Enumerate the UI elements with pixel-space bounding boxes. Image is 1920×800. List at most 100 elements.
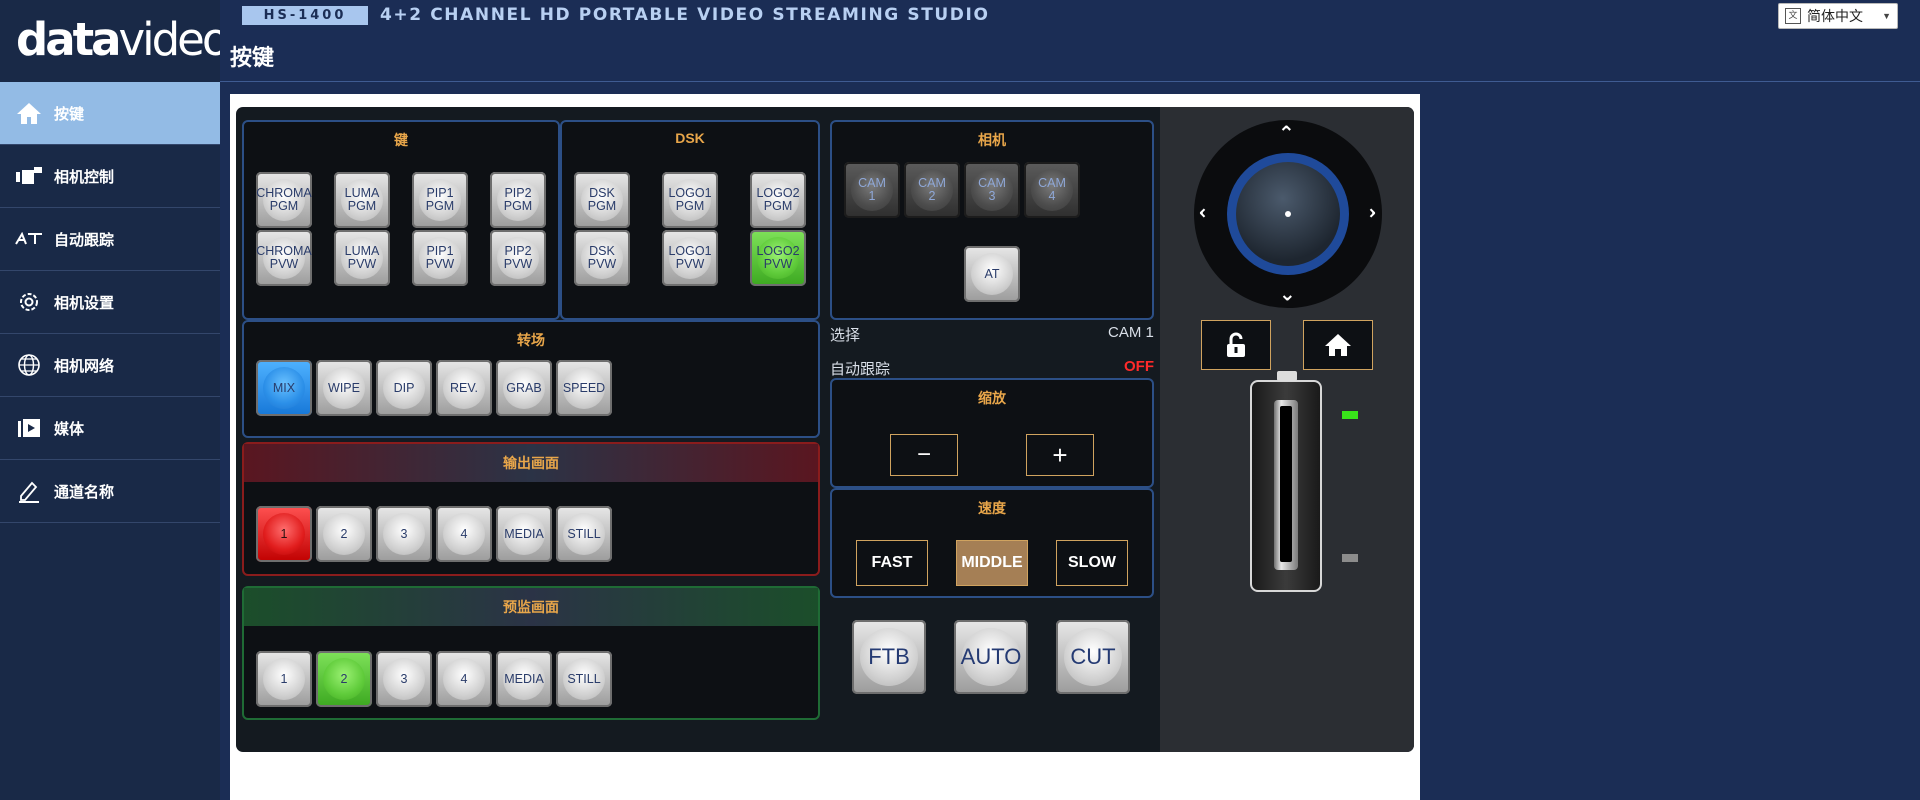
luma-pvw-button[interactable]: LUMA PVW [334, 230, 390, 286]
pvw-tally-led [1342, 554, 1358, 562]
speed-fast-button[interactable]: FAST [856, 540, 928, 586]
rev-button[interactable]: REV. [436, 360, 492, 416]
speed-slow-button[interactable]: SLOW [1056, 540, 1128, 586]
select-value: CAM 1 [1108, 324, 1154, 341]
sidebar-item-camera-control[interactable]: 相机控制 [0, 145, 220, 208]
language-value: 简体中文 [1807, 8, 1863, 24]
dsk-pgm-button[interactable]: DSK PGM [574, 172, 630, 228]
program-section-title: 输出画面 [503, 455, 559, 471]
sidebar-item-label: 相机设置 [54, 294, 115, 312]
pgm-tally-led [1342, 411, 1358, 419]
speed-section-title: 速度 [978, 500, 1006, 516]
autotrack-label: 自动跟踪 [830, 361, 891, 378]
pip2-pvw-button[interactable]: PIP2 PVW [490, 230, 546, 286]
pan-left-arrow-icon[interactable]: ⌃ [1197, 205, 1219, 222]
key-section-title: 键 [394, 132, 408, 148]
sidebar-item-label: 通道名称 [54, 483, 115, 501]
pvw-media-button[interactable]: MEDIA [496, 651, 552, 707]
language-select[interactable]: 文 简体中文 ▼ [1778, 3, 1898, 29]
pgm-still-button[interactable]: STILL [556, 506, 612, 562]
sidebar-item-media[interactable]: 媒体 [0, 397, 220, 460]
pvw-still-button[interactable]: STILL [556, 651, 612, 707]
ptz-joystick[interactable] [1194, 120, 1382, 308]
zoom-section-title: 缩放 [978, 390, 1006, 406]
zoom-in-button[interactable]: + [1026, 434, 1094, 476]
sidebar-item-camera-network[interactable]: 相机网络 [0, 334, 220, 397]
home-icon [1325, 334, 1351, 356]
pip1-pgm-button[interactable]: PIP1 PGM [412, 172, 468, 228]
cut-button[interactable]: CUT [1056, 620, 1130, 694]
cam-4-button[interactable]: CAM 4 [1024, 162, 1080, 218]
transition-section-title: 转场 [517, 332, 545, 348]
sidebar-item-keys[interactable]: 按键 [0, 82, 220, 145]
pgm-1-button[interactable]: 1 [256, 506, 312, 562]
product-title: 4+2 CHANNEL HD PORTABLE VIDEO STREAMING … [380, 5, 990, 25]
camera-control-icon [14, 162, 44, 190]
pgm-2-button[interactable]: 2 [316, 506, 372, 562]
sidebar-nav: 按键 相机控制 自动跟踪 相机设置 相机网络 媒体 通道名称 [0, 82, 220, 523]
logo1-pvw-button[interactable]: LOGO1 PVW [662, 230, 718, 286]
translate-icon: 文 [1785, 8, 1801, 24]
page-title: 按键 [230, 45, 275, 70]
dsk-pvw-button[interactable]: DSK PVW [574, 230, 630, 286]
ftb-button[interactable]: FTB [852, 620, 926, 694]
dip-button[interactable]: DIP [376, 360, 432, 416]
pip1-pvw-button[interactable]: PIP1 PVW [412, 230, 468, 286]
lock-button[interactable] [1201, 320, 1271, 370]
logo2-pgm-button[interactable]: LOGO2 PGM [750, 172, 806, 228]
zoom-section: 缩放 [830, 378, 1154, 488]
pgm-4-button[interactable]: 4 [436, 506, 492, 562]
preview-section-title: 预监画面 [503, 599, 559, 615]
sidebar-item-label: 媒体 [54, 420, 85, 438]
sidebar-item-auto-tracking[interactable]: 自动跟踪 [0, 208, 220, 271]
mix-button[interactable]: MIX [256, 360, 312, 416]
sidebar-item-label: 自动跟踪 [54, 231, 115, 249]
pan-right-arrow-icon[interactable]: ⌃ [1355, 205, 1377, 222]
pgm-3-button[interactable]: 3 [376, 506, 432, 562]
speed-transition-button[interactable]: SPEED [556, 360, 612, 416]
at-button[interactable]: AT [964, 246, 1020, 302]
home-position-button[interactable] [1303, 320, 1373, 370]
auto-tracking-icon [14, 225, 44, 253]
pvw-2-button[interactable]: 2 [316, 651, 372, 707]
sidebar-item-label: 相机控制 [54, 168, 115, 186]
t-bar-handle[interactable] [1277, 371, 1297, 381]
home-icon [14, 99, 44, 127]
auto-button[interactable]: AUTO [954, 620, 1028, 694]
autotrack-status: OFF [1124, 358, 1154, 375]
speed-middle-button[interactable]: MIDDLE [956, 540, 1028, 586]
cam-2-button[interactable]: CAM 2 [904, 162, 960, 218]
pvw-1-button[interactable]: 1 [256, 651, 312, 707]
datavideo-logo: datavideo [16, 13, 229, 66]
dsk-section-title: DSK [675, 130, 705, 146]
sidebar-item-channel-names[interactable]: 通道名称 [0, 460, 220, 523]
pvw-3-button[interactable]: 3 [376, 651, 432, 707]
camera-section-title: 相机 [978, 132, 1006, 148]
grab-button[interactable]: GRAB [496, 360, 552, 416]
chroma-pgm-button[interactable]: CHROMA PGM [256, 172, 312, 228]
sidebar: datavideo 按键 相机控制 自动跟踪 相机设置 相机网络 媒体 通道名称 [0, 0, 229, 800]
logo2-pvw-button[interactable]: LOGO2 PVW [750, 230, 806, 286]
t-bar-slider[interactable] [1250, 380, 1322, 592]
unlock-icon [1227, 332, 1245, 357]
pgm-media-button[interactable]: MEDIA [496, 506, 552, 562]
sidebar-item-camera-settings[interactable]: 相机设置 [0, 271, 220, 334]
pvw-4-button[interactable]: 4 [436, 651, 492, 707]
luma-pgm-button[interactable]: LUMA PGM [334, 172, 390, 228]
top-bar: HS-1400 4+2 CHANNEL HD PORTABLE VIDEO ST… [220, 0, 1920, 82]
select-label: 选择 [830, 327, 861, 344]
sidebar-item-label: 相机网络 [54, 357, 115, 375]
cam-3-button[interactable]: CAM 3 [964, 162, 1020, 218]
gear-icon [14, 288, 44, 316]
pan-down-arrow-icon[interactable]: ⌃ [1279, 281, 1296, 303]
pip2-pgm-button[interactable]: PIP2 PGM [490, 172, 546, 228]
chroma-pvw-button[interactable]: CHROMA PVW [256, 230, 312, 286]
media-icon [14, 414, 44, 442]
pan-up-arrow-icon[interactable]: ⌃ [1278, 124, 1295, 144]
cam-1-button[interactable]: CAM 1 [844, 162, 900, 218]
model-badge: HS-1400 [242, 6, 368, 25]
wipe-button[interactable]: WIPE [316, 360, 372, 416]
globe-icon [14, 351, 44, 379]
zoom-out-button[interactable]: − [890, 434, 958, 476]
logo1-pgm-button[interactable]: LOGO1 PGM [662, 172, 718, 228]
